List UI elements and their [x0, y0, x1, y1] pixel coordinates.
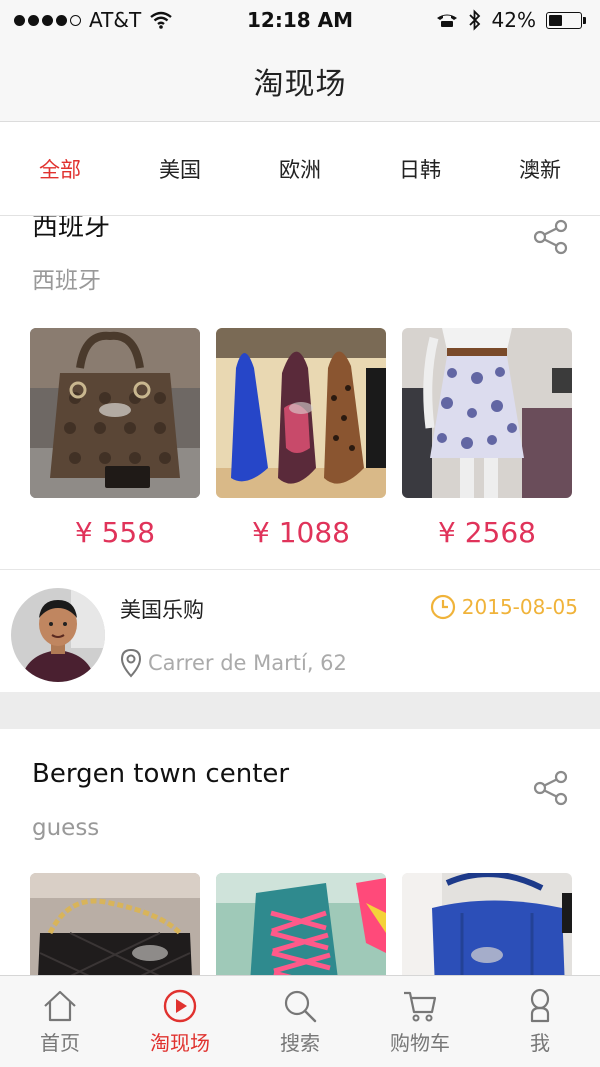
feed[interactable]: 西班牙 西班牙 ¥ 558 ¥ 1088 ¥ 2568 美国乐购 2015-08… [0, 216, 600, 975]
tab-australia-nz[interactable]: 澳新 [480, 154, 600, 184]
post-subtitle: 西班牙 [32, 268, 101, 294]
battery-percent: 42% [491, 8, 536, 32]
tab-usa[interactable]: 美国 [120, 154, 240, 184]
category-tabs: 全部 美国 欧洲 日韩 澳新 [0, 122, 600, 216]
nav-bar: 淘现场 [0, 40, 600, 122]
blue-bag-photo[interactable] [402, 873, 572, 975]
avatar[interactable] [11, 588, 105, 682]
play-icon [163, 989, 197, 1023]
location-pin-icon [120, 648, 142, 678]
post-date: 2015-08-05 [430, 594, 578, 620]
cart-icon [404, 991, 437, 1022]
home-icon [44, 990, 76, 1022]
bottom-tab-cart[interactable]: 购物车 [360, 976, 480, 1067]
bottom-tab-bar: 首页 淘现场 搜索 购物车 我 [0, 975, 600, 1067]
search-icon [284, 990, 317, 1023]
price-label: ¥ 2568 [438, 516, 536, 549]
tab-japan-korea[interactable]: 日韩 [360, 154, 480, 184]
post-date-text: 2015-08-05 [461, 595, 578, 619]
user-icon [530, 988, 550, 1023]
seller-row[interactable]: 美国乐购 2015-08-05 Carrer de Martí, 62 [0, 570, 600, 700]
seller-location: Carrer de Martí, 62 [120, 648, 347, 678]
bottom-tab-search[interactable]: 搜索 [240, 976, 360, 1067]
bottom-tab-label: 首页 [40, 1031, 80, 1055]
price-label: ¥ 1088 [252, 516, 350, 549]
phone-icon [436, 14, 457, 27]
bottom-tab-label: 淘现场 [150, 1031, 210, 1055]
photo-row [30, 873, 572, 975]
bluetooth-icon [468, 9, 480, 31]
skirt-photo[interactable] [402, 328, 572, 498]
wifi-icon [150, 11, 172, 29]
bottom-tab-live[interactable]: 淘现场 [120, 976, 240, 1067]
carrier-label: AT&T [89, 8, 142, 32]
bottom-tab-me[interactable]: 我 [480, 976, 600, 1067]
seller-name[interactable]: 美国乐购 [120, 594, 204, 624]
share-icon[interactable] [532, 218, 570, 256]
status-bar: AT&T 12:18 AM 42% [0, 0, 600, 40]
bottom-tab-label: 购物车 [390, 1031, 450, 1055]
post-title: 西班牙 [32, 216, 111, 242]
clock-icon [430, 594, 455, 620]
bottom-tab-home[interactable]: 首页 [0, 976, 120, 1067]
location-text: Carrer de Martí, 62 [148, 651, 347, 675]
signal-strength-icon [14, 14, 81, 26]
quilted-bag-photo[interactable] [30, 873, 200, 975]
bottom-tab-label: 我 [530, 1031, 550, 1055]
price-label: ¥ 558 [74, 516, 156, 549]
battery-icon [546, 11, 586, 29]
high-heels-photo[interactable] [216, 328, 386, 498]
handbag-photo[interactable] [30, 328, 200, 498]
price-row: ¥ 558 ¥ 1088 ¥ 2568 [30, 516, 572, 556]
post-subtitle: guess [32, 815, 100, 841]
tab-europe[interactable]: 欧洲 [240, 154, 360, 184]
bottom-tab-label: 搜索 [280, 1031, 320, 1055]
section-separator [0, 692, 600, 729]
page-title: 淘现场 [253, 66, 347, 102]
tab-all[interactable]: 全部 [0, 154, 120, 184]
share-icon[interactable] [532, 769, 570, 807]
photo-row [30, 328, 572, 498]
post-title: Bergen town center [32, 759, 290, 789]
sneakers-photo[interactable] [216, 873, 386, 975]
app-screen: AT&T 12:18 AM 42% 淘现场 全部 美国 欧洲 日韩 澳新 西班牙… [0, 0, 600, 1067]
